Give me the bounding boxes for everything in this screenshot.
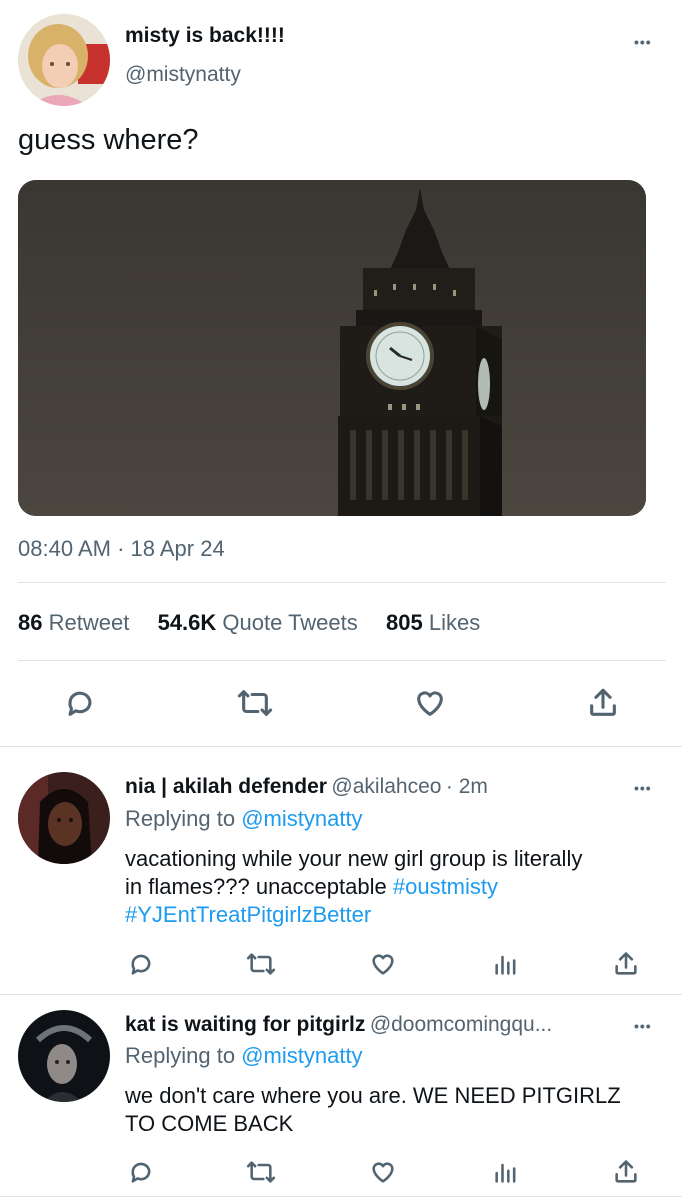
- reply-time[interactable]: · 2m: [446, 775, 488, 798]
- like-icon[interactable]: [412, 686, 448, 720]
- reply-header: nia | akilah defender @akilahceo · 2m: [125, 775, 488, 799]
- more-options-icon[interactable]: •••: [634, 34, 652, 50]
- reply-avatar-image: [18, 772, 110, 864]
- reply-text-line: we don't care where you are. WE NEED PIT…: [125, 1083, 621, 1108]
- share-icon[interactable]: [612, 950, 640, 978]
- replying-to-label: Replying to: [125, 1043, 236, 1068]
- user-handle[interactable]: @mistynatty: [125, 63, 241, 87]
- replying-to: Replying to @mistynatty: [125, 806, 363, 832]
- likes-label[interactable]: Likes: [429, 610, 480, 635]
- reply-icon[interactable]: [127, 1158, 155, 1186]
- engagement-stats: 86 Retweet 54.6K Quote Tweets 805 Likes: [18, 610, 480, 636]
- reply-avatar[interactable]: [18, 772, 110, 864]
- reply-text: we don't care where you are. WE NEED PIT…: [125, 1082, 621, 1138]
- reply-text: vacationing while your new girl group is…: [125, 845, 582, 929]
- reply-text-plain: in flames??? unacceptable: [125, 874, 393, 899]
- tweet-timestamp[interactable]: 08:40 AM · 18 Apr 24: [18, 536, 225, 562]
- divider: [0, 994, 682, 995]
- reply-display-name[interactable]: nia | akilah defender: [125, 775, 327, 798]
- divider: [18, 582, 666, 583]
- like-icon[interactable]: [368, 950, 398, 978]
- divider: [0, 1196, 682, 1197]
- tweet-image[interactable]: [18, 180, 646, 516]
- reply-icon[interactable]: [63, 686, 97, 720]
- analytics-icon[interactable]: [492, 950, 520, 978]
- more-options-icon[interactable]: •••: [634, 780, 652, 796]
- reply-handle[interactable]: @doomcomingqu...: [370, 1013, 552, 1036]
- share-icon[interactable]: [586, 686, 620, 720]
- hashtag[interactable]: #YJEntTreatPitgirlzBetter: [125, 902, 371, 927]
- divider: [18, 660, 666, 661]
- quotes-label[interactable]: Quote Tweets: [222, 610, 357, 635]
- reply-avatar-image: [18, 1010, 110, 1102]
- retweets-label[interactable]: Retweet: [49, 610, 130, 635]
- retweet-icon[interactable]: [245, 950, 277, 978]
- replying-to-handle[interactable]: @mistynatty: [241, 806, 362, 831]
- quotes-count[interactable]: 54.6K: [158, 610, 217, 635]
- hashtag[interactable]: #oustmisty: [393, 874, 498, 899]
- more-options-icon[interactable]: •••: [634, 1018, 652, 1034]
- tweet-text: guess where?: [18, 124, 199, 156]
- retweets-count[interactable]: 86: [18, 610, 42, 635]
- likes-count[interactable]: 805: [386, 610, 423, 635]
- reply-icon[interactable]: [127, 950, 155, 978]
- reply-handle[interactable]: @akilahceo: [331, 775, 441, 798]
- like-icon[interactable]: [368, 1158, 398, 1186]
- retweet-icon[interactable]: [245, 1158, 277, 1186]
- clock-tower-photo: [18, 180, 646, 516]
- reply-text-line: vacationing while your new girl group is…: [125, 846, 583, 871]
- avatar[interactable]: [18, 14, 110, 106]
- replying-to: Replying to @mistynatty: [125, 1043, 363, 1069]
- analytics-icon[interactable]: [492, 1158, 520, 1186]
- reply-avatar[interactable]: [18, 1010, 110, 1102]
- display-name[interactable]: misty is back!!!!: [125, 24, 285, 48]
- avatar-image: [18, 14, 110, 106]
- replying-to-handle[interactable]: @mistynatty: [241, 1043, 362, 1068]
- divider: [0, 746, 682, 747]
- reply-display-name[interactable]: kat is waiting for pitgirlz: [125, 1013, 365, 1036]
- retweet-icon[interactable]: [236, 686, 274, 720]
- reply-text-line: in flames??? unacceptable #oustmisty: [125, 873, 582, 901]
- reply-text-line: TO COME BACK: [125, 1111, 294, 1136]
- reply-header: kat is waiting for pitgirlz @doomcomingq…: [125, 1013, 552, 1037]
- share-icon[interactable]: [612, 1158, 640, 1186]
- replying-to-label: Replying to: [125, 806, 236, 831]
